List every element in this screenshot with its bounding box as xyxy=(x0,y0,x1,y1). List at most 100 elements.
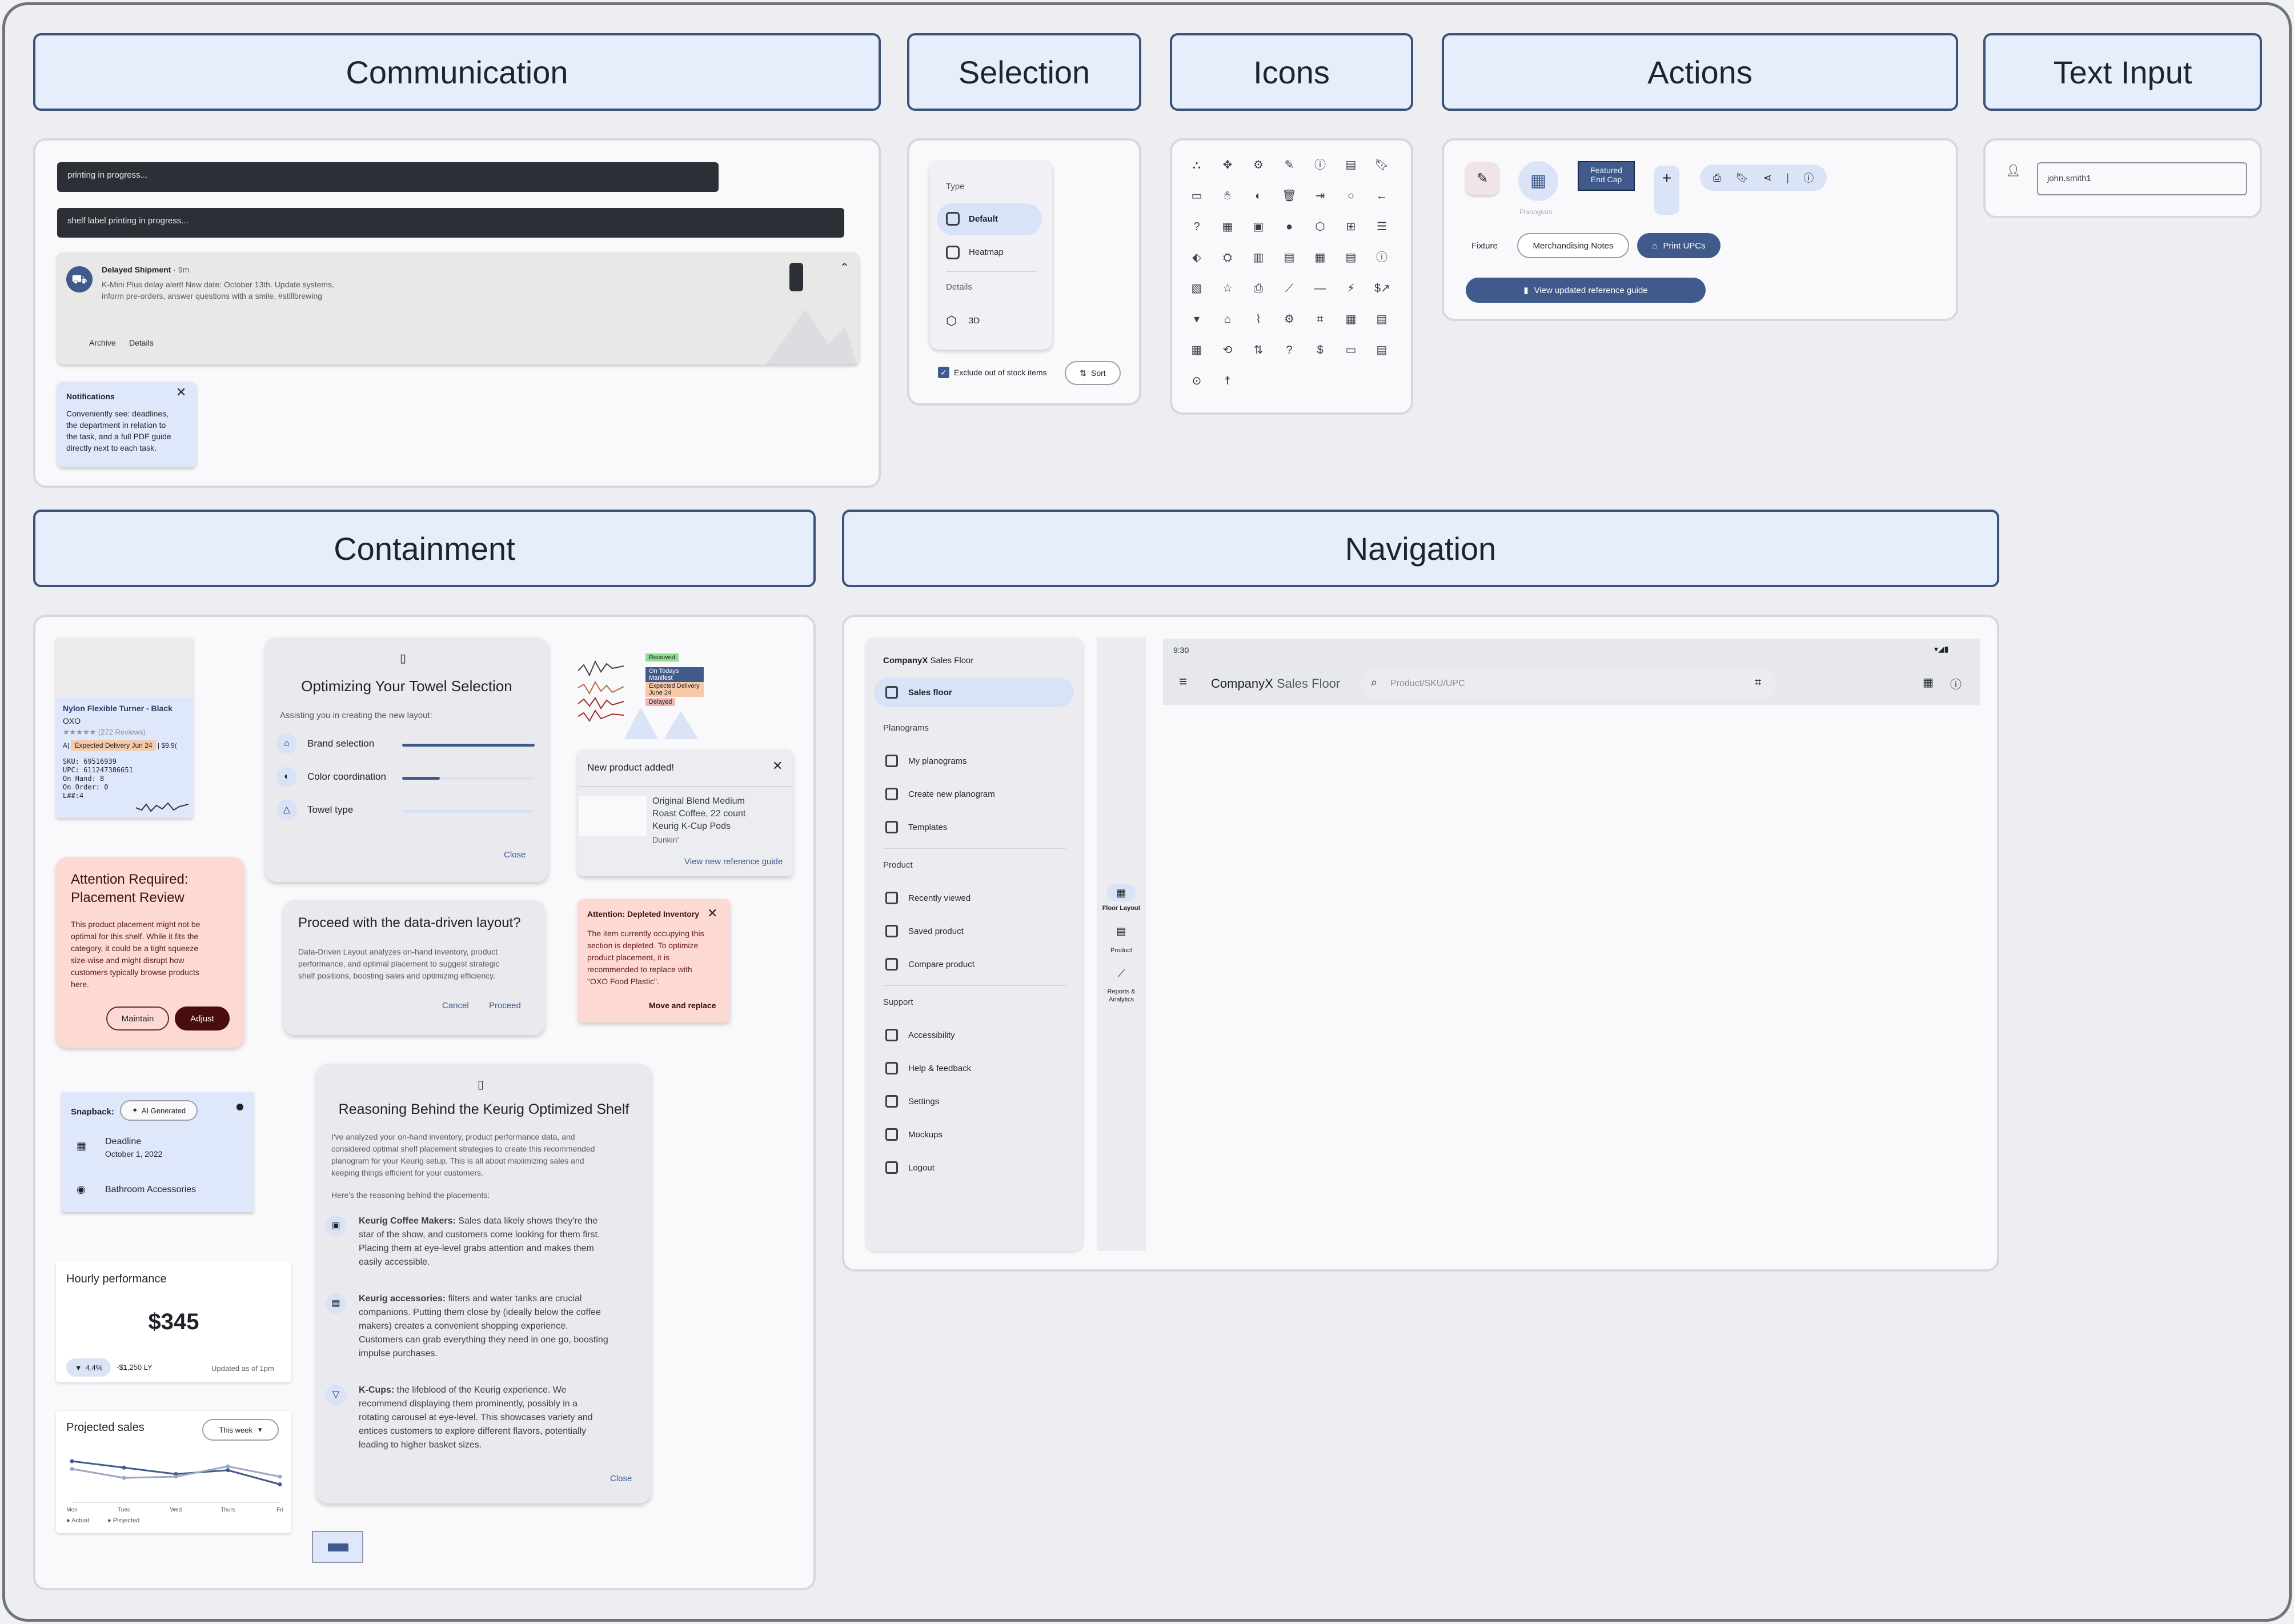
menu-icon[interactable]: ≡ xyxy=(1179,674,1187,690)
drawer-item-logout[interactable]: Logout xyxy=(874,1153,935,1182)
drawer-item-recently-viewed[interactable]: Recently viewed xyxy=(874,883,970,913)
range-dropdown[interactable]: This week ▾ xyxy=(202,1419,279,1441)
drawer-item-label: Recently viewed xyxy=(908,893,971,903)
details-button[interactable]: Details xyxy=(129,338,154,347)
notification-tooltip: Notifications ✕ Conveniently see: deadli… xyxy=(57,382,196,467)
close-button[interactable]: Close xyxy=(504,850,526,860)
menu-item-3d[interactable]: 3D xyxy=(969,316,980,326)
header-text-input: Text Input xyxy=(1983,33,2262,111)
chevron-up-icon[interactable]: ⌃ xyxy=(840,260,849,275)
proceed-button[interactable]: Proceed xyxy=(489,1001,521,1011)
rail-item-product[interactable]: Product xyxy=(1097,947,1146,954)
drawer-item-compare-product[interactable]: Compare product xyxy=(874,949,974,979)
featured-label: End Cap xyxy=(1590,175,1622,184)
drawer-item-mockups[interactable]: Mockups xyxy=(874,1120,943,1149)
product-icon[interactable]: ▤ xyxy=(1097,925,1146,937)
analytics-icon[interactable]: ⟋ xyxy=(1097,968,1146,980)
close-icon[interactable]: ✕ xyxy=(176,385,186,400)
close-icon[interactable]: ✕ xyxy=(772,759,783,773)
close-button[interactable]: Close xyxy=(610,1474,632,1483)
drawer-brand-suffix: Sales Floor xyxy=(930,656,974,665)
upc-text: UPC: 611247386651 xyxy=(63,766,133,774)
header-label: Text Input xyxy=(2053,54,2192,90)
icons-panel: ⛬ ✥ ⚙ ✎ ⓘ ▤ 🔖︎ ▭ ✋︎ ◐ 🗑︎ ⇥ ○ ←? ▦ ▣ ● ⬡ ⊞ ☰ ⬖ ⛭ ▥ ▤ ▦ ▤ ⓘ ▧ ☆ ⎙ ⟋ — ⚡︎ $↗… xyxy=(1170,138,1413,415)
body-line: This product placement might not be xyxy=(71,920,200,929)
reference-guide-link[interactable]: View new reference guide xyxy=(684,857,783,867)
chip-expected: Expected Delivery June 24 xyxy=(645,682,704,697)
body-line: "OXO Food Plastic". xyxy=(587,977,659,986)
body-line: performance, and optimal placement to su… xyxy=(298,959,500,968)
brand-progress xyxy=(402,744,535,747)
floor-layout-icon[interactable]: ▦ xyxy=(1107,884,1136,901)
calendar-icon[interactable]: ▦ xyxy=(1923,675,1934,689)
fixture-button[interactable]: Fixture xyxy=(1471,241,1498,251)
share-icon[interactable]: ⋖ xyxy=(1763,172,1772,184)
item-heading: K-Cups: xyxy=(359,1385,395,1395)
product-card[interactable]: Nylon Flexible Turner - Black OXO ★★★★★ … xyxy=(56,637,193,818)
drawer-item-settings[interactable]: Settings xyxy=(874,1086,939,1116)
status-icons: ▾◢▮ xyxy=(1934,644,1949,653)
add-button[interactable]: + xyxy=(1654,166,1679,215)
archive-button[interactable]: Archive xyxy=(89,338,116,347)
menu-divider xyxy=(946,271,1037,272)
ai-generated-chip[interactable]: ✦ AI Generated xyxy=(120,1100,198,1121)
menu-item-default[interactable]: Default xyxy=(937,203,1042,235)
help-icon[interactable]: ⓘ xyxy=(1950,675,1962,692)
edit-fab[interactable]: ✎ xyxy=(1466,162,1499,195)
item-line: leading to higher basket sizes. xyxy=(359,1440,482,1450)
sort-button[interactable]: ⇅ Sort xyxy=(1065,361,1121,385)
move-replace-button[interactable]: Move and replace xyxy=(649,1001,716,1010)
barcode-scan-icon[interactable]: ⌗ xyxy=(1755,676,1761,689)
templates-icon xyxy=(885,821,898,833)
drawer-item-my-planograms[interactable]: My planograms xyxy=(874,746,967,776)
username-field[interactable]: john.smith1 xyxy=(2037,162,2247,195)
drawer-item-label: Accessibility xyxy=(908,1030,955,1040)
rail-item-reports[interactable]: Analytics xyxy=(1097,996,1146,1003)
sparkle-icon: ✦ xyxy=(131,1106,138,1114)
maintain-button[interactable]: Maintain xyxy=(106,1007,169,1030)
rail-item-floor-layout[interactable]: Floor Layout xyxy=(1097,905,1146,912)
search-bar[interactable]: ⌕ Product/SKU/UPC ⌗ xyxy=(1361,668,1776,700)
body-line: product placement, it is xyxy=(587,953,669,962)
header-icons: Icons xyxy=(1170,33,1413,111)
projected-sales-card: Projected sales This week ▾ Mon Tues Wed Thu… xyxy=(56,1411,291,1533)
legend-projected: Projected xyxy=(113,1517,140,1524)
adjust-button[interactable]: Adjust xyxy=(175,1007,230,1030)
shipment-time: · 9m xyxy=(173,265,190,274)
menu-item-heatmap[interactable]: Heatmap xyxy=(969,247,1004,257)
drawer-item-sales-floor[interactable]: Sales floor xyxy=(874,677,1074,707)
drawer-item-create-planogram[interactable]: Create new planogram xyxy=(874,779,995,809)
planogram-button[interactable]: ▦ xyxy=(1518,161,1558,201)
document-icon: ▤ xyxy=(1284,251,1295,264)
close-icon[interactable]: ✕ xyxy=(707,906,717,921)
body-line: recommended to replace with xyxy=(587,965,692,974)
item-line: makers) creates a convenient shopping ex… xyxy=(359,1321,568,1331)
cancel-button[interactable]: Cancel xyxy=(442,1001,469,1011)
clipboard-icon: ▤ xyxy=(1376,344,1387,356)
rail-item-reports[interactable]: Reports & xyxy=(1097,988,1146,995)
body-line: optimal for this shelf. While it fits th… xyxy=(71,932,199,941)
data-point xyxy=(70,1459,74,1463)
depleted-card: Attention: Depleted Inventory ✕ The item… xyxy=(578,899,730,1022)
network-icon: ⛬ xyxy=(1193,159,1201,171)
bookmark-icon[interactable]: 🔖︎ xyxy=(1735,172,1748,184)
drawer-item-help[interactable]: Help & feedback xyxy=(874,1053,971,1083)
last-year-value: -$1,250 LY xyxy=(117,1363,153,1372)
view-guide-button[interactable]: ▮ View updated reference guide xyxy=(1466,278,1706,303)
exclude-checkbox[interactable]: ✓ xyxy=(938,367,949,378)
tag-icon: ⌂ xyxy=(1224,313,1232,326)
drawer-item-saved-product[interactable]: Saved product xyxy=(874,916,964,946)
drawer-item-templates[interactable]: Templates xyxy=(874,812,947,842)
info-icon[interactable]: ⓘ xyxy=(1803,170,1814,185)
plus-icon: + xyxy=(1662,169,1672,187)
data-point xyxy=(70,1467,74,1471)
swap-icon: ⇅ xyxy=(1253,344,1264,356)
shipment-notification[interactable]: ⛟ Delayed Shipment · 9m K-Mini Plus dela… xyxy=(57,252,859,364)
print-upcs-button[interactable]: ⌂ Print UPCs xyxy=(1637,233,1721,258)
merchandising-notes-button[interactable]: Merchandising Notes xyxy=(1517,233,1629,258)
sku-text: SKU: 69516939 xyxy=(63,757,117,765)
print-icon[interactable]: ⎙ xyxy=(1713,172,1721,184)
drawer-item-accessibility[interactable]: Accessibility xyxy=(874,1020,955,1050)
snapback-card: Snapback: ✦ AI Generated ▦ Deadline Octob… xyxy=(62,1092,254,1212)
color-progress xyxy=(402,777,440,780)
